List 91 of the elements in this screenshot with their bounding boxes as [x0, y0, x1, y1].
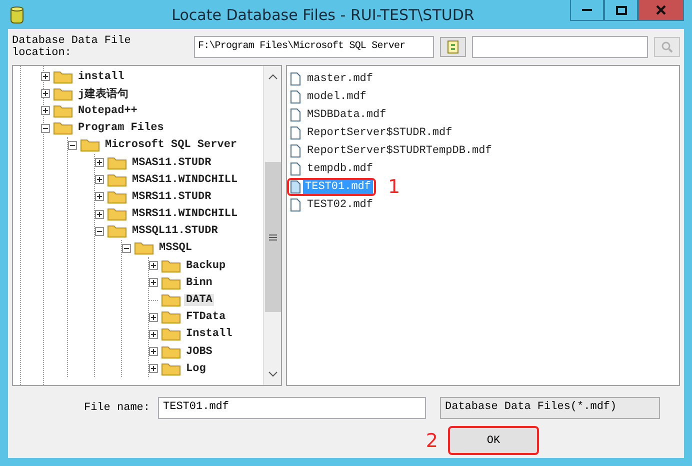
file-icon	[290, 72, 301, 86]
file-icon	[290, 180, 301, 194]
folder-icon	[161, 258, 181, 273]
folder-icon	[107, 156, 127, 170]
tree-item[interactable]: FTData	[184, 311, 228, 324]
folder-icon	[107, 207, 127, 222]
expand-icon[interactable]	[149, 312, 158, 322]
file-item[interactable]: ReportServer$STUDR.mdf	[305, 126, 454, 140]
tree-item[interactable]: j建表语句	[76, 86, 131, 102]
maximize-button[interactable]	[604, 0, 638, 21]
search-field[interactable]	[472, 36, 648, 58]
file-icon	[290, 144, 301, 158]
expand-icon[interactable]	[95, 210, 104, 219]
file-item[interactable]: ReportServer$STUDRTempDB.mdf	[305, 144, 494, 158]
expand-icon[interactable]	[41, 89, 50, 98]
document-icon	[447, 40, 459, 54]
expand-icon[interactable]	[149, 347, 158, 356]
folder-icon	[134, 241, 154, 256]
close-icon	[656, 5, 666, 15]
collapse-icon[interactable]	[68, 140, 77, 150]
file-type-dropdown[interactable]: Database Data Files(*.mdf)	[440, 397, 660, 419]
file-name-field[interactable]: TEST01.mdf	[158, 397, 426, 419]
location-label: Database Data File location:	[12, 35, 132, 59]
expand-icon[interactable]	[95, 192, 104, 202]
file-item[interactable]: model.mdf	[305, 90, 368, 104]
tree-item[interactable]: install	[76, 70, 126, 83]
folder-icon	[161, 293, 181, 308]
file-item[interactable]: MSDBData.mdf	[305, 108, 388, 122]
tree-item[interactable]: DATA	[184, 294, 214, 306]
tree-item[interactable]: Microsoft SQL Server	[103, 139, 240, 152]
tree-item[interactable]: JOBS	[184, 346, 214, 358]
file-icon	[290, 126, 301, 140]
folder-icon	[53, 121, 73, 136]
tree-item[interactable]: Binn	[184, 276, 214, 289]
collapse-icon[interactable]	[41, 124, 50, 133]
minimize-button[interactable]	[570, 0, 604, 21]
window-title: Locate Database Files - RUI-TEST\STUDR	[170, 6, 476, 24]
minimize-icon	[582, 8, 592, 12]
scroll-down-icon[interactable]	[268, 369, 278, 379]
step-number: 1	[388, 176, 400, 198]
folder-icon	[53, 70, 73, 84]
search-icon	[661, 41, 673, 53]
expand-icon[interactable]	[149, 261, 158, 270]
file-icon	[290, 162, 301, 176]
folder-icon	[107, 190, 127, 204]
file-icon	[290, 90, 301, 104]
tree-item[interactable]: Backup	[184, 260, 228, 272]
folder-icon	[161, 362, 181, 376]
folder-icon	[53, 86, 73, 101]
scroll-thumb[interactable]	[264, 162, 280, 312]
tree-item[interactable]: Notepad++	[76, 104, 140, 117]
file-item[interactable]: master.mdf	[305, 72, 376, 86]
folder-icon	[107, 224, 127, 238]
scroll-up-icon[interactable]	[268, 72, 278, 82]
file-icon	[290, 198, 301, 212]
tree-item[interactable]: Install	[184, 328, 234, 340]
refresh-button[interactable]	[440, 37, 466, 57]
file-item[interactable]: tempdb.mdf	[305, 162, 376, 176]
ok-button[interactable]: OK	[448, 426, 539, 455]
step-number: 2	[426, 430, 438, 452]
location-field[interactable]: F:\Program Files\Microsoft SQL Server	[194, 36, 434, 58]
folder-icon	[161, 327, 181, 342]
tree-item[interactable]: MSAS11.WINDCHILL	[130, 174, 240, 186]
tree-item[interactable]: MSSQL11.STUDR	[130, 225, 220, 238]
folder-icon	[80, 138, 100, 152]
folder-icon	[161, 310, 181, 324]
expand-icon[interactable]	[149, 278, 158, 288]
expand-icon[interactable]	[41, 72, 50, 82]
expand-icon[interactable]	[95, 175, 104, 184]
folder-icon	[107, 172, 127, 187]
collapse-icon[interactable]	[122, 244, 131, 253]
tree-item[interactable]: MSRS11.WINDCHILL	[130, 208, 240, 220]
file-icon	[290, 108, 301, 122]
folder-icon	[53, 104, 73, 118]
file-name-label: File name:	[82, 402, 151, 414]
tree-item[interactable]: MSAS11.STUDR	[130, 156, 214, 169]
file-item[interactable]: TEST02.mdf	[305, 198, 376, 212]
folder-icon	[161, 344, 181, 359]
collapse-icon[interactable]	[95, 226, 104, 236]
close-button[interactable]	[638, 0, 684, 21]
expand-icon[interactable]	[95, 158, 104, 168]
expand-icon[interactable]	[41, 106, 50, 116]
tree-item[interactable]: Log	[184, 362, 208, 375]
maximize-icon	[616, 6, 626, 14]
tree-item[interactable]: MSRS11.STUDR	[130, 190, 214, 203]
expand-icon[interactable]	[149, 364, 158, 374]
database-icon	[10, 6, 24, 24]
tree-item[interactable]: Program Files	[76, 122, 166, 134]
expand-icon[interactable]	[149, 330, 158, 339]
folder-icon	[161, 276, 181, 290]
tree-item[interactable]: MSSQL	[157, 242, 194, 254]
